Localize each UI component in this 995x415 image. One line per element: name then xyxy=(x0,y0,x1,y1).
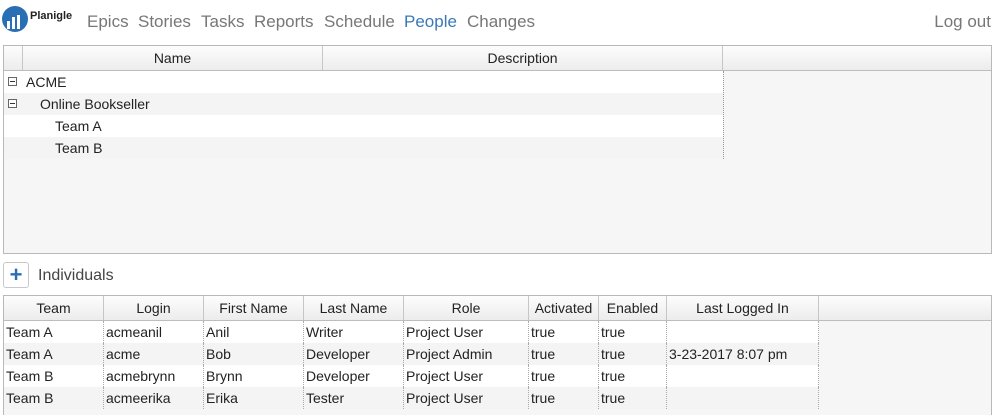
table-row[interactable]: Team B acmebrynn Brynn Developer Project… xyxy=(4,365,819,387)
org-tree-grid[interactable]: Name Description ACME Online Bookseller … xyxy=(3,45,992,254)
nav-schedule[interactable]: Schedule xyxy=(324,12,395,32)
cell-role: Project User xyxy=(404,365,529,387)
cell-role: Project User xyxy=(404,321,529,343)
cell-team: Team B xyxy=(4,365,104,387)
cell-last-name: Writer xyxy=(304,321,404,343)
collapse-icon[interactable] xyxy=(8,77,17,86)
cell-last-name: Developer xyxy=(304,365,404,387)
column-header-login[interactable]: Login xyxy=(104,296,204,320)
cell-last-name: Developer xyxy=(304,343,404,365)
cell-last-logged-in xyxy=(667,321,819,343)
nav-people[interactable]: People xyxy=(404,12,457,32)
column-header-enabled[interactable]: Enabled xyxy=(599,296,667,320)
column-header-last-name[interactable]: Last Name xyxy=(304,296,404,320)
column-header-role[interactable]: Role xyxy=(404,296,529,320)
table-row[interactable]: Team A acmeanil Anil Writer Project User… xyxy=(4,321,819,343)
cell-login: acmeanil xyxy=(104,321,204,343)
tree-node-name: Team A xyxy=(55,118,102,134)
logo-text: Planigle xyxy=(30,10,73,22)
table-row[interactable]: Team B acmeerika Erika Tester Project Us… xyxy=(4,387,819,409)
cell-enabled: true xyxy=(599,387,667,409)
top-nav: Planigle Epics Stories Tasks Reports Sch… xyxy=(0,0,995,44)
add-individual-button[interactable]: + xyxy=(3,262,29,288)
cell-last-logged-in xyxy=(667,365,819,387)
cell-role: Project User xyxy=(404,387,529,409)
tree-row[interactable]: ACME xyxy=(4,71,723,93)
cell-first-name: Anil xyxy=(204,321,304,343)
cell-last-logged-in: 3-23-2017 8:07 pm xyxy=(667,343,819,365)
cell-activated: true xyxy=(529,387,599,409)
cell-enabled: true xyxy=(599,365,667,387)
tree-row[interactable]: Team B xyxy=(4,137,723,159)
nav-epics[interactable]: Epics xyxy=(87,12,129,32)
tree-toggle-column-header xyxy=(4,46,23,70)
cell-activated: true xyxy=(529,365,599,387)
tree-row[interactable]: Team A xyxy=(4,115,723,137)
cell-login: acme xyxy=(104,343,204,365)
tree-body: ACME Online Bookseller Team A Team B xyxy=(4,71,724,159)
cell-enabled: true xyxy=(599,343,667,365)
column-header-team[interactable]: Team xyxy=(4,296,104,320)
cell-team: Team A xyxy=(4,343,104,365)
cell-enabled: true xyxy=(599,321,667,343)
tree-grid-header: Name Description xyxy=(4,46,991,71)
planigle-logo[interactable]: Planigle xyxy=(2,4,72,38)
nav-reports[interactable]: Reports xyxy=(254,12,314,32)
cell-login: acmeerika xyxy=(104,387,204,409)
cell-last-name: Tester xyxy=(304,387,404,409)
cell-team: Team A xyxy=(4,321,104,343)
nav-tasks[interactable]: Tasks xyxy=(201,12,244,32)
individuals-grid-header: Team Login First Name Last Name Role Act… xyxy=(4,296,991,321)
logout-link[interactable]: Log out xyxy=(934,12,991,32)
tree-row[interactable]: Online Bookseller xyxy=(4,93,723,115)
individuals-body: Team A acmeanil Anil Writer Project User… xyxy=(4,321,819,409)
column-header-last-logged-in[interactable]: Last Logged In xyxy=(667,296,819,320)
table-row[interactable]: Team A acme Bob Developer Project Admin … xyxy=(4,343,819,365)
cell-login: acmebrynn xyxy=(104,365,204,387)
cell-activated: true xyxy=(529,321,599,343)
cell-team: Team B xyxy=(4,387,104,409)
logo-icon xyxy=(2,6,28,32)
column-header-activated[interactable]: Activated xyxy=(529,296,599,320)
nav-changes[interactable]: Changes xyxy=(467,12,535,32)
cell-first-name: Bob xyxy=(204,343,304,365)
individuals-title: Individuals xyxy=(38,267,114,284)
tree-node-name: ACME xyxy=(26,74,67,90)
cell-first-name: Brynn xyxy=(204,365,304,387)
individuals-grid[interactable]: Team Login First Name Last Name Role Act… xyxy=(3,295,992,415)
column-header-name[interactable]: Name xyxy=(23,46,323,70)
column-header-first-name[interactable]: First Name xyxy=(204,296,304,320)
cell-first-name: Erika xyxy=(204,387,304,409)
collapse-icon[interactable] xyxy=(8,99,17,108)
plus-icon: + xyxy=(9,262,23,287)
tree-node-name: Team B xyxy=(55,140,103,156)
cell-role: Project Admin xyxy=(404,343,529,365)
cell-activated: true xyxy=(529,343,599,365)
column-header-description[interactable]: Description xyxy=(323,46,723,70)
nav-stories[interactable]: Stories xyxy=(138,12,191,32)
cell-last-logged-in xyxy=(667,387,819,409)
tree-node-name: Online Bookseller xyxy=(40,96,150,112)
